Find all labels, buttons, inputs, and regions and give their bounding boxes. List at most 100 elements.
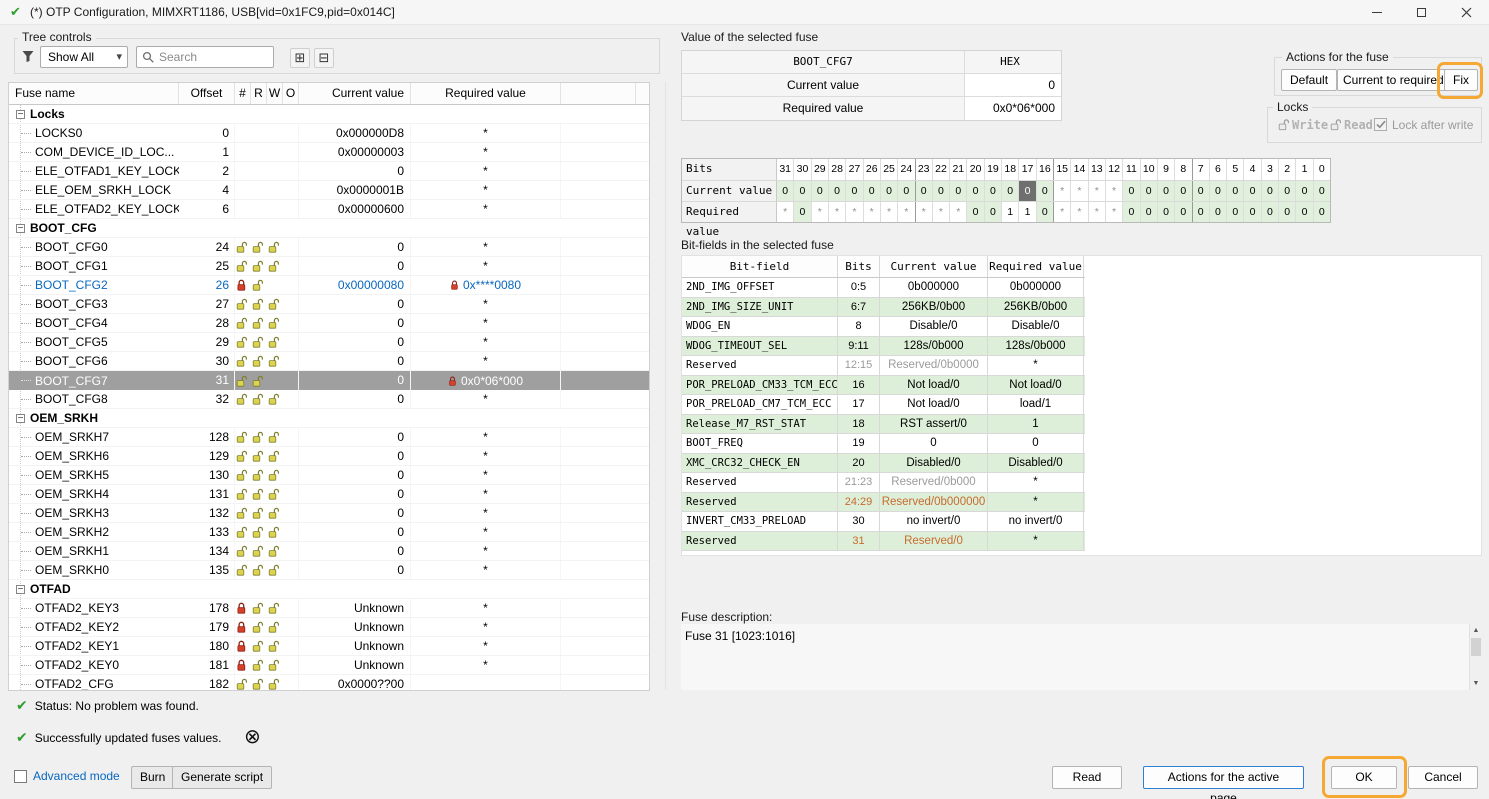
description-scrollbar[interactable]: ▲ ▼ (1469, 624, 1482, 690)
fuse-row[interactable]: ELE_OTFAD2_KEY_LOCK60x00000600* (9, 200, 649, 219)
lock-after-write-checkbox[interactable] (1374, 118, 1387, 131)
bit-current-cell[interactable]: 0 (1262, 181, 1279, 201)
fuse-row[interactable]: OEM_SRKH31320* (9, 504, 649, 523)
fix-button[interactable]: Fix (1444, 69, 1478, 91)
bitfield-required-value[interactable]: 1 (988, 415, 1084, 434)
current-to-required-button[interactable]: Current to required (1337, 69, 1450, 91)
expand-all-button[interactable]: ⊞ (290, 48, 310, 68)
bitfield-row[interactable]: XMC_CRC32_CHECK_EN20Disabled/0Disabled/0 (682, 454, 1085, 474)
fuse-row[interactable]: OTFAD2_KEY1180Unknown* (9, 637, 649, 656)
read-button[interactable]: Read (1052, 766, 1122, 789)
col-bitfield[interactable]: Bit-field (682, 256, 838, 277)
fuse-row[interactable]: BOOT_CFG4280* (9, 314, 649, 333)
fuse-row[interactable]: OTFAD2_KEY2179Unknown* (9, 618, 649, 637)
bitfield-required-value[interactable]: 0 (988, 434, 1084, 453)
fuse-row[interactable]: LOCKS000x000000D8* (9, 124, 649, 143)
bitfield-row[interactable]: WDOG_EN8Disable/0Disable/0 (682, 317, 1085, 337)
bit-required-cell[interactable]: 1 (1019, 202, 1036, 222)
bit-required-cell[interactable]: 0 (1314, 202, 1330, 222)
bit-required-cell[interactable]: 0 (1296, 202, 1313, 222)
bit-required-cell[interactable]: * (1071, 202, 1088, 222)
scroll-up-icon[interactable]: ▲ (1470, 627, 1482, 634)
scroll-down-icon[interactable]: ▼ (1470, 680, 1482, 687)
fuse-row[interactable]: BOOT_CFG73100x0*06*000 (9, 371, 649, 390)
bit-current-cell[interactable]: 0 (1175, 181, 1192, 201)
fuse-row[interactable]: OEM_SRKH71280* (9, 428, 649, 447)
bit-current-cell[interactable]: 0 (1019, 181, 1036, 201)
col-operation-lock[interactable]: O (283, 83, 299, 104)
bit-required-cell[interactable]: * (829, 202, 846, 222)
bit-required-cell[interactable]: * (1054, 202, 1071, 222)
bitfield-row[interactable]: Reserved21:23Reserved/0b000* (682, 473, 1085, 493)
bitfield-required-value[interactable]: load/1 (988, 395, 1084, 414)
bitfield-row[interactable]: 2ND_IMG_SIZE_UNIT6:7256KB/0b00256KB/0b00 (682, 298, 1085, 318)
tree-collapse-icon[interactable]: − (16, 224, 25, 233)
bit-current-cell[interactable]: 0 (864, 181, 881, 201)
bitfield-row[interactable]: Reserved31Reserved/0* (682, 532, 1085, 552)
bit-current-cell[interactable]: 0 (933, 181, 950, 201)
fuse-group-row[interactable]: −OEM_SRKH (9, 409, 649, 428)
bitfield-required-value[interactable]: * (988, 493, 1084, 512)
col-fuse-name[interactable]: Fuse name (9, 83, 179, 104)
bitfield-required-value[interactable]: 256KB/0b00 (988, 298, 1084, 317)
bit-current-cell[interactable]: 0 (1158, 181, 1175, 201)
bitfield-required-value[interactable]: 128s/0b000 (988, 337, 1084, 356)
bit-current-cell[interactable]: 0 (777, 181, 794, 201)
fuse-row[interactable]: COM_DEVICE_ID_LOC...10x00000003* (9, 143, 649, 162)
bit-required-cell[interactable]: * (777, 202, 794, 222)
bitfield-required-value[interactable]: * (988, 356, 1084, 375)
bit-required-cell[interactable]: * (1106, 202, 1123, 222)
bitfield-row[interactable]: Reserved24:29Reserved/0b000000* (682, 493, 1085, 513)
bit-current-cell[interactable]: 0 (1141, 181, 1158, 201)
bit-required-cell[interactable]: 0 (1279, 202, 1296, 222)
dismiss-notification-icon[interactable]: ⊗ (244, 724, 261, 749)
bit-current-cell[interactable]: 0 (1227, 181, 1244, 201)
bitfield-row[interactable]: INVERT_CM33_PRELOAD30no invert/0no inver… (682, 512, 1085, 532)
tree-collapse-icon[interactable]: − (16, 414, 25, 423)
scrollbar-thumb[interactable] (1471, 638, 1481, 656)
fuse-row[interactable]: ELE_OTFAD1_KEY_LOCK20* (9, 162, 649, 181)
tree-collapse-icon[interactable]: − (16, 585, 25, 594)
bit-current-cell[interactable]: 0 (985, 181, 1002, 201)
bitfield-required-value[interactable]: Not load/0 (988, 376, 1084, 395)
bit-current-cell[interactable]: 0 (1210, 181, 1227, 201)
bitfield-row[interactable]: BOOT_FREQ1900 (682, 434, 1085, 454)
bit-required-cell[interactable]: 0 (794, 202, 811, 222)
required-value-field[interactable]: 0x0*06*000 (965, 97, 1061, 120)
bit-current-cell[interactable]: 0 (1279, 181, 1296, 201)
bitfield-required-value[interactable]: no invert/0 (988, 512, 1084, 531)
bit-current-cell[interactable]: 0 (846, 181, 863, 201)
bit-required-cell[interactable]: * (864, 202, 881, 222)
col-bits[interactable]: Bits (838, 256, 880, 277)
bit-current-cell[interactable]: * (1054, 181, 1071, 201)
burn-button[interactable]: Burn (131, 766, 174, 789)
filter-dropdown[interactable]: Show All ▾ (40, 46, 128, 68)
bitfield-required-value[interactable]: Disable/0 (988, 317, 1084, 336)
bit-required-cell[interactable]: 0 (1158, 202, 1175, 222)
fuse-row[interactable]: BOOT_CFG8320* (9, 390, 649, 409)
col-read-lock[interactable]: R (251, 83, 267, 104)
bit-current-cell[interactable]: 0 (967, 181, 984, 201)
bit-current-cell[interactable]: 0 (898, 181, 915, 201)
bit-required-cell[interactable]: 0 (967, 202, 984, 222)
fuse-group-row[interactable]: −Locks (9, 105, 649, 124)
bit-current-cell[interactable]: 0 (881, 181, 898, 201)
bitfield-row[interactable]: 2ND_IMG_OFFSET0:50b0000000b000000 (682, 278, 1085, 298)
bit-current-cell[interactable]: * (1089, 181, 1106, 201)
bit-required-cell[interactable]: * (898, 202, 915, 222)
bitfield-required-value[interactable]: 0b000000 (988, 278, 1084, 297)
bit-current-cell[interactable]: 0 (1244, 181, 1261, 201)
bit-current-cell[interactable]: 0 (829, 181, 846, 201)
bitfield-row[interactable]: Reserved12:15Reserved/0b0000* (682, 356, 1085, 376)
bit-required-cell[interactable]: * (1089, 202, 1106, 222)
close-button[interactable] (1444, 0, 1489, 25)
ok-button[interactable]: OK (1331, 766, 1397, 789)
bit-required-cell[interactable]: * (950, 202, 967, 222)
bit-required-cell[interactable]: * (933, 202, 950, 222)
bit-required-cell[interactable]: 0 (1193, 202, 1210, 222)
fuse-row[interactable]: BOOT_CFG6300* (9, 352, 649, 371)
bit-required-cell[interactable]: 0 (1141, 202, 1158, 222)
col-required-value[interactable]: Required value (411, 83, 561, 104)
bit-current-cell[interactable]: 0 (1193, 181, 1210, 201)
bitfield-row[interactable]: Release_M7_RST_STAT18RST assert/01 (682, 415, 1085, 435)
